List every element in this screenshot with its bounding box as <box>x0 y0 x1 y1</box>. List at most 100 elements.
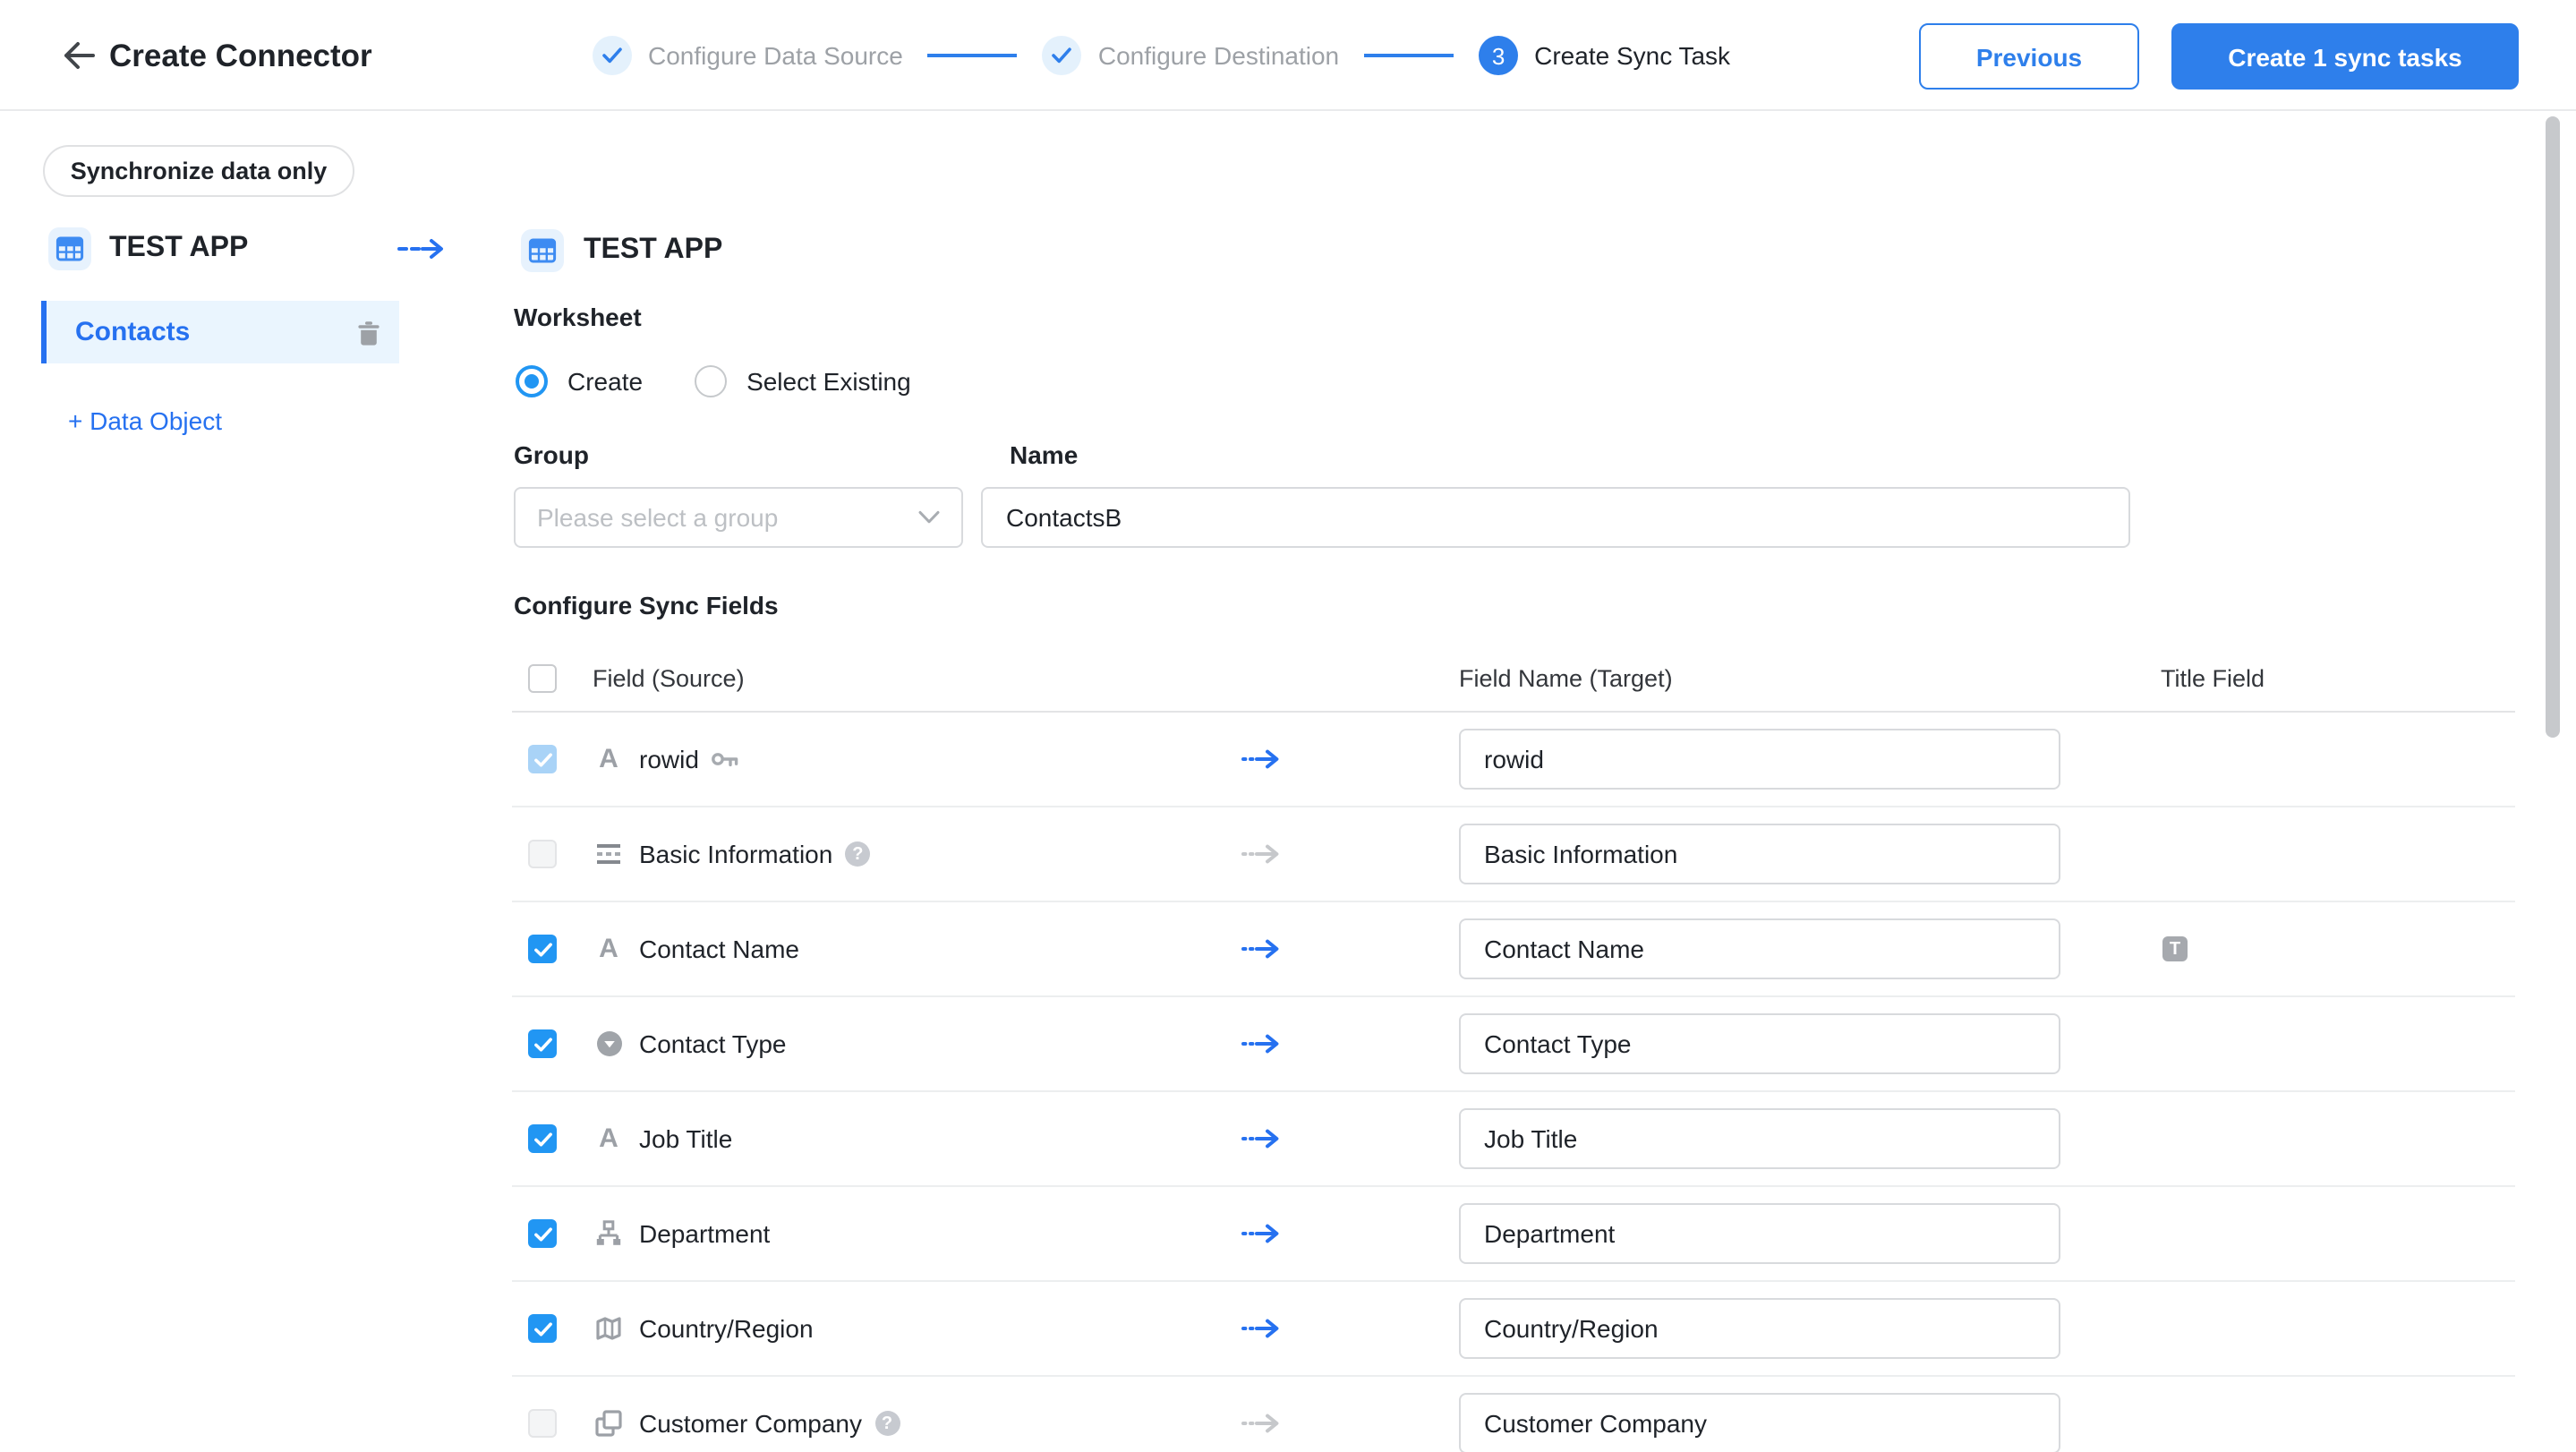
chevron-down-icon <box>918 510 940 524</box>
row-checkbox[interactable] <box>528 1314 557 1343</box>
dashed-arrow-icon <box>397 239 443 259</box>
row-checkbox <box>528 1409 557 1438</box>
step-done-check-icon <box>593 36 632 75</box>
sidebar-item-label: Contacts <box>75 317 191 347</box>
step-connector <box>1364 54 1454 57</box>
field-source-cell: Job Title <box>639 1124 732 1153</box>
header-title-field: Title Field <box>2161 664 2265 691</box>
text-field-icon: A <box>599 934 618 964</box>
field-source-label: Job Title <box>639 1124 733 1153</box>
top-bar: Create Connector Configure Data Source C… <box>0 0 2576 111</box>
field-source-label: rowid <box>639 745 699 773</box>
step-done-check-icon <box>1042 36 1082 75</box>
field-source-label: Basic Information <box>639 840 833 868</box>
field-target-input[interactable] <box>1459 1393 2060 1452</box>
page-title: Create Connector <box>109 38 372 73</box>
row-checkbox[interactable] <box>528 1219 557 1248</box>
field-target-input[interactable] <box>1459 824 2060 884</box>
header-field-source: Field (Source) <box>593 664 745 691</box>
field-source-cell: Customer Company <box>639 1409 900 1438</box>
header-field-target: Field Name (Target) <box>1459 664 1673 691</box>
name-input[interactable] <box>981 487 2130 548</box>
field-source-cell: rowid <box>639 745 740 773</box>
sidebar-app-name: TEST APP <box>109 233 249 263</box>
title-field-badge[interactable] <box>2162 936 2188 961</box>
field-target-input[interactable] <box>1459 1013 2060 1074</box>
back-arrow-icon[interactable] <box>59 38 95 73</box>
radio-create-label: Create <box>567 367 644 396</box>
step-configure-destination: Configure Destination <box>1042 36 1340 75</box>
field-target-input[interactable] <box>1459 729 2060 790</box>
radio-create[interactable] <box>516 365 548 397</box>
table-header-row: Field (Source) Field Name (Target) Title… <box>512 645 2515 713</box>
field-source-cell: Country/Region <box>639 1314 814 1343</box>
select-field-icon <box>593 1030 625 1057</box>
radio-select-existing-label: Select Existing <box>746 367 911 396</box>
group-select[interactable]: Please select a group <box>514 487 963 548</box>
field-source-cell: Basic Information <box>639 840 871 868</box>
stepper: Configure Data Source Configure Destinat… <box>593 0 1730 111</box>
table-row: Contact Type <box>512 997 2515 1092</box>
step-connector <box>927 54 1018 57</box>
field-source-label: Customer Company <box>639 1409 862 1438</box>
row-checkbox <box>528 745 557 773</box>
relation-icon <box>593 1409 625 1438</box>
sync-arrow-icon <box>1241 1319 1279 1338</box>
help-icon[interactable] <box>845 841 871 867</box>
step-label: Create Sync Task <box>1534 41 1731 70</box>
help-icon[interactable] <box>874 1411 900 1436</box>
previous-button[interactable]: Previous <box>1919 23 2139 90</box>
text-field-icon: A <box>599 1123 618 1154</box>
vertical-scrollbar-thumb[interactable] <box>2546 116 2560 738</box>
group-label: Group <box>514 440 589 469</box>
sync-arrow-icon <box>1241 1224 1279 1243</box>
sync-arrow-icon <box>1241 1034 1279 1054</box>
sync-arrow-icon <box>1241 1129 1279 1149</box>
table-row: A Contact Name <box>512 902 2515 997</box>
trash-icon[interactable] <box>356 320 380 345</box>
map-icon <box>593 1314 625 1343</box>
sync-arrow-icon <box>1241 1414 1279 1433</box>
field-source-label: Contact Type <box>639 1029 787 1058</box>
row-checkbox[interactable] <box>528 1029 557 1058</box>
step-configure-data-source: Configure Data Source <box>593 36 903 75</box>
section-icon <box>593 840 625 868</box>
selected-indicator-bar <box>41 301 47 363</box>
field-source-cell: Contact Type <box>639 1029 787 1058</box>
table-row: A Job Title <box>512 1092 2515 1187</box>
sidebar-item-contacts[interactable]: Contacts <box>41 301 399 363</box>
create-sync-tasks-button[interactable]: Create 1 sync tasks <box>2171 23 2519 90</box>
step-number-badge: 3 <box>1479 36 1519 75</box>
row-checkbox[interactable] <box>528 935 557 963</box>
field-source-cell: Department <box>639 1219 770 1248</box>
field-source-cell: Contact Name <box>639 935 799 963</box>
table-row: Country/Region <box>512 1282 2515 1377</box>
row-checkbox <box>528 840 557 868</box>
text-field-icon: A <box>599 744 618 774</box>
field-target-input[interactable] <box>1459 918 2060 979</box>
table-row: Basic Information <box>512 807 2515 902</box>
sync-arrow-icon <box>1241 939 1279 959</box>
table-row: A rowid <box>512 713 2515 807</box>
synchronize-data-only-pill[interactable]: Synchronize data only <box>43 145 354 197</box>
field-target-input[interactable] <box>1459 1298 2060 1359</box>
table-body: A rowid Basic Information <box>512 713 2515 1452</box>
main-app-row: TEST APP <box>521 229 722 272</box>
field-target-input[interactable] <box>1459 1108 2060 1169</box>
add-data-object-link[interactable]: + Data Object <box>68 406 222 435</box>
group-select-placeholder: Please select a group <box>537 503 779 532</box>
radio-select-existing[interactable] <box>695 365 728 397</box>
field-source-label: Country/Region <box>639 1314 814 1343</box>
row-checkbox[interactable] <box>528 1124 557 1153</box>
step-label: Configure Data Source <box>648 41 903 70</box>
sidebar-app-row: TEST APP <box>48 227 444 270</box>
sync-fields-table: Field (Source) Field Name (Target) Title… <box>512 645 2515 1452</box>
department-icon <box>593 1219 625 1248</box>
main-app-name: TEST APP <box>584 235 723 265</box>
table-row: Department <box>512 1187 2515 1282</box>
configure-sync-fields-title: Configure Sync Fields <box>514 591 779 619</box>
select-all-checkbox[interactable] <box>528 663 557 692</box>
field-target-input[interactable] <box>1459 1203 2060 1264</box>
step-label: Configure Destination <box>1097 41 1340 70</box>
field-source-label: Department <box>639 1219 771 1248</box>
